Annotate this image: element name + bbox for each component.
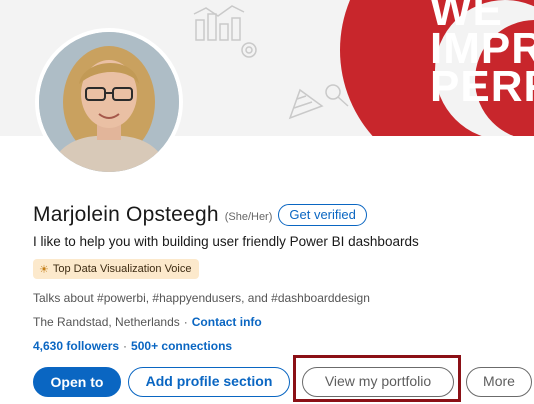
location-separator: · xyxy=(183,315,188,329)
banner-slogan: WE IMPRO PERFO xyxy=(430,0,534,111)
followers-link[interactable]: 4,630 followers xyxy=(33,339,119,353)
add-profile-section-button[interactable]: Add profile section xyxy=(128,367,290,397)
get-verified-button[interactable]: Get verified xyxy=(278,204,367,226)
badge-label: Top Data Visualization Voice xyxy=(52,263,192,275)
open-to-button[interactable]: Open to xyxy=(33,367,121,397)
connections-link[interactable]: 500+ connections xyxy=(131,339,232,353)
stats-separator: · xyxy=(123,339,128,353)
profile-card: WE IMPRO PERFO Marjolein Opsteegh xyxy=(0,0,534,404)
profile-avatar[interactable] xyxy=(35,28,183,176)
profile-name: Marjolein Opsteegh xyxy=(33,203,219,226)
location-row: The Randstad, Netherlands · Contact info xyxy=(33,315,262,329)
location-text: The Randstad, Netherlands xyxy=(33,315,180,329)
stats-row: 4,630 followers · 500+ connections xyxy=(33,339,232,353)
profile-headline: I like to help you with building user fr… xyxy=(33,234,419,249)
portfolio-highlight-box xyxy=(293,355,461,402)
talks-about: Talks about #powerbi, #happyendusers, an… xyxy=(33,291,370,305)
name-row: Marjolein Opsteegh (She/Her) Get verifie… xyxy=(33,203,367,227)
banner-line-3: PERFO xyxy=(430,62,534,111)
contact-info-link[interactable]: Contact info xyxy=(192,315,262,329)
avatar-photo xyxy=(39,32,179,172)
pronouns: (She/Her) xyxy=(224,210,273,223)
top-voice-badge[interactable]: ☀ Top Data Visualization Voice xyxy=(33,259,200,279)
more-button[interactable]: More xyxy=(466,367,532,397)
lightbulb-icon: ☀ xyxy=(39,263,49,276)
